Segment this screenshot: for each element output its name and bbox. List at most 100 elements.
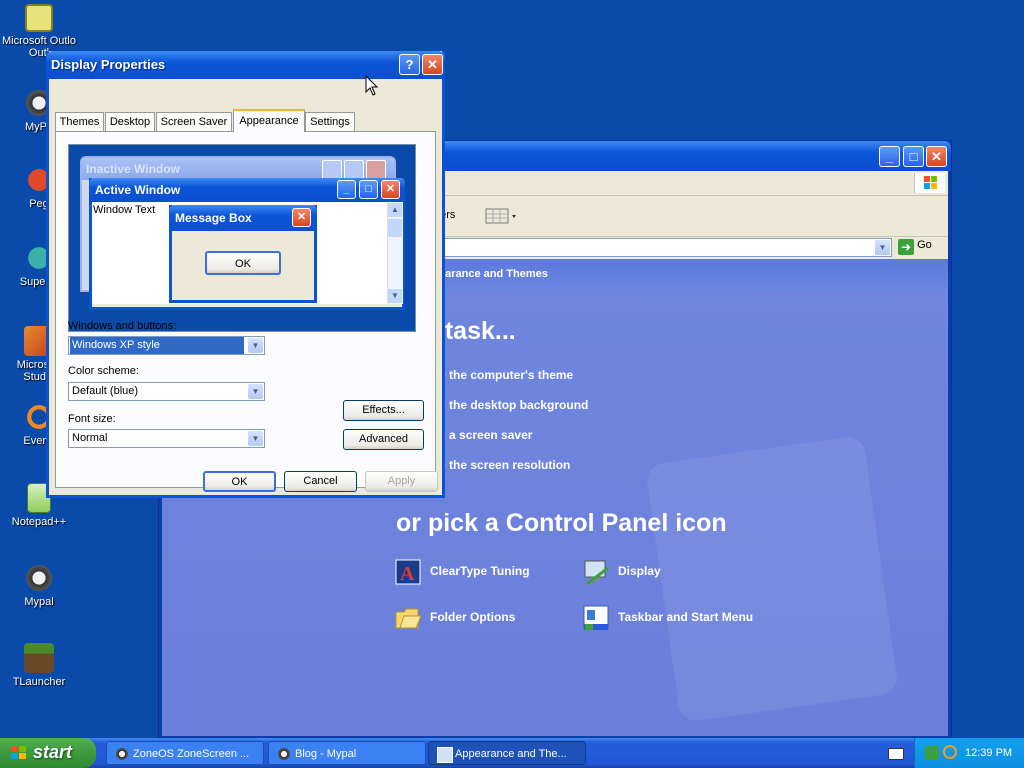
color-scheme-value: Default (blue) <box>72 385 139 397</box>
zonescreen-icon <box>115 747 129 761</box>
message-box-ok-button: OK <box>205 251 281 275</box>
keyboard-icon[interactable] <box>888 748 904 760</box>
active-minimize-icon: _ <box>337 180 356 199</box>
ok-button[interactable]: OK <box>203 471 276 492</box>
go-button[interactable]: ➜ Go <box>898 239 944 256</box>
system-tray: 12:39 PM <box>914 738 1024 768</box>
taskbar-button-label: Blog - Mypal <box>295 748 357 760</box>
help-button[interactable]: ? <box>399 54 420 75</box>
color-scheme-label: Color scheme: <box>68 365 139 377</box>
window-text: Window Text <box>93 204 156 216</box>
preview-message-box: Message Box ✕ OK <box>169 205 317 303</box>
tab-settings[interactable]: Settings <box>305 112 355 131</box>
chevron-down-icon: ▼ <box>248 431 263 446</box>
cp-icon-label: Display <box>618 564 661 578</box>
message-box-title: Message Box <box>175 211 252 225</box>
desktop-icon-label: Mypal <box>24 596 54 608</box>
dialog-close-button[interactable]: ✕ <box>422 54 443 75</box>
cancel-button[interactable]: Cancel <box>284 471 357 492</box>
chevron-down-icon: ▼ <box>248 338 263 353</box>
dialog-titlebar[interactable]: Display Properties ? ✕ <box>46 51 445 79</box>
font-size-value: Normal <box>72 432 108 444</box>
scroll-down-icon: ▼ <box>388 289 402 303</box>
preview-scrollbar: ▲ ▼ <box>387 202 403 304</box>
apply-button[interactable]: Apply <box>365 471 438 492</box>
cleartype-icon: A <box>394 558 422 586</box>
message-box-titlebar: Message Box ✕ <box>169 205 317 231</box>
start-label: start <box>33 742 73 762</box>
desktop-icon-tlauncher[interactable]: TLauncher <box>0 643 78 688</box>
desktop-icon-label: Microsoft Outlo <box>2 35 76 47</box>
color-scheme-select[interactable]: Default (blue) ▼ <box>68 382 265 401</box>
task-link-screensaver[interactable]: e a screen saver <box>439 428 532 442</box>
taskbar-button-mypal[interactable]: Blog - Mypal <box>268 741 426 765</box>
cp-icon-label: ClearType Tuning <box>430 564 530 578</box>
taskbar-button-appearance[interactable]: Appearance and The... <box>428 741 586 765</box>
display-icon <box>582 558 610 586</box>
task-link-background[interactable]: e the desktop background <box>439 398 588 412</box>
windows-flag-icon <box>10 745 28 766</box>
taskbar-button-zonescreen[interactable]: ZoneOS ZoneScreen ... <box>106 741 264 765</box>
watermark <box>644 434 900 724</box>
tab-desktop[interactable]: Desktop <box>105 112 155 131</box>
preview-inactive-titlebar: Inactive Window <box>82 158 394 180</box>
font-size-select[interactable]: Normal ▼ <box>68 429 265 448</box>
desktop-icon-mypal-2[interactable]: Mypal <box>0 563 78 608</box>
taskbar-button-label: Appearance and The... <box>455 748 567 760</box>
active-window-title: Active Window <box>95 183 181 197</box>
start-button[interactable]: start <box>0 738 96 768</box>
desktop-icon-label: Notepad++ <box>11 516 67 528</box>
windows-buttons-label: Windows and buttons: <box>68 320 177 332</box>
mypal-icon <box>24 563 54 593</box>
cp-icon-label: Taskbar and Start Menu <box>618 610 754 624</box>
cp-icon-label: Folder Options <box>430 610 516 624</box>
dialog-content: Themes Desktop Screen Saver Appearance S… <box>49 79 442 495</box>
svg-text:A: A <box>400 563 415 585</box>
appearance-icon <box>437 747 453 763</box>
inactive-window-title: Inactive Window <box>86 162 180 176</box>
preview-active-titlebar: Active Window _ □ ✕ <box>89 178 405 202</box>
inactive-minimize-icon <box>322 160 342 180</box>
inactive-close-icon <box>366 160 386 180</box>
minimize-button[interactable]: _ <box>879 146 900 167</box>
tlauncher-icon <box>24 643 54 673</box>
tab-appearance[interactable]: Appearance <box>233 109 305 132</box>
category-title: earance and Themes <box>439 268 548 280</box>
taskbar-start-menu-icon <box>582 604 610 632</box>
inactive-maximize-icon <box>344 160 364 180</box>
go-label: Go <box>917 239 932 251</box>
search-icon[interactable] <box>943 745 957 759</box>
effects-button[interactable]: Effects... <box>343 400 424 421</box>
chevron-down-icon: ▼ <box>248 384 263 399</box>
task-link-resolution[interactable]: e the screen resolution <box>439 458 570 472</box>
font-size-label: Font size: <box>68 413 116 425</box>
go-arrow-icon: ➜ <box>898 239 914 255</box>
active-close-icon: ✕ <box>381 180 400 199</box>
mypal-icon <box>277 747 291 761</box>
folder-options-icon <box>394 604 422 632</box>
maximize-button[interactable]: □ <box>903 146 924 167</box>
mouse-cursor-icon <box>365 74 379 100</box>
windows-logo-icon <box>914 173 945 193</box>
clock[interactable]: 12:39 PM <box>965 747 1012 759</box>
views-icon[interactable] <box>484 208 518 224</box>
taskbar-button-label: ZoneOS ZoneScreen ... <box>133 748 250 760</box>
network-icon[interactable] <box>925 746 939 760</box>
windows-buttons-select[interactable]: Windows XP style ▼ <box>68 336 265 355</box>
pick-icon-title: or pick a Control Panel icon <box>396 509 727 537</box>
dialog-title: Display Properties <box>51 57 166 72</box>
tab-themes[interactable]: Themes <box>55 112 104 131</box>
message-box-close-icon: ✕ <box>292 208 311 227</box>
advanced-button[interactable]: Advanced <box>343 429 424 450</box>
close-button[interactable]: ✕ <box>926 146 947 167</box>
scroll-thumb <box>388 219 402 237</box>
appearance-preview: Inactive Window Active Window _ □ ✕ Wind… <box>68 144 416 332</box>
scroll-up-icon: ▲ <box>388 203 402 217</box>
windows-buttons-value: Windows XP style <box>70 337 244 354</box>
active-maximize-icon: □ <box>359 180 378 199</box>
address-dropdown-arrow[interactable]: ▼ <box>875 240 890 255</box>
task-link-theme[interactable]: e the computer's theme <box>439 368 573 382</box>
outlook-icon <box>25 4 53 32</box>
tab-screen-saver[interactable]: Screen Saver <box>156 112 232 131</box>
desktop-icon-label: TLauncher <box>12 676 66 688</box>
